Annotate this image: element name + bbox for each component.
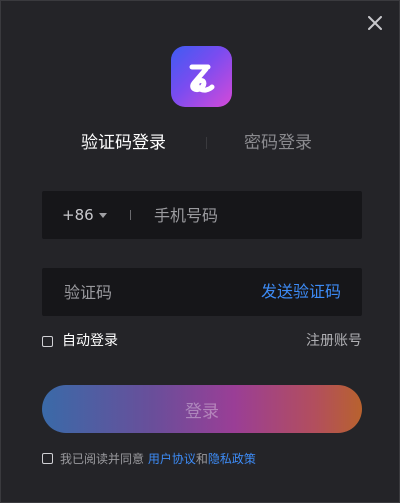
close-icon [368, 16, 382, 30]
verification-code-field: 发送验证码 [42, 268, 362, 316]
login-window: 验证码登录 密码登录 +86 发送验证码 自动登录 注册账号 登录 我已阅读并同… [0, 0, 400, 503]
register-account-link[interactable]: 注册账号 [306, 332, 362, 351]
send-code-button[interactable]: 发送验证码 [261, 281, 341, 303]
auto-login-label[interactable]: 自动登录 [62, 332, 118, 351]
auto-login-checkbox[interactable] [42, 336, 53, 347]
agreement-text: 我已阅读并同意 用户协议和隐私政策 [60, 450, 256, 468]
agreement-prefix: 我已阅读并同意 [60, 452, 148, 466]
country-code-select[interactable]: +86 [62, 205, 107, 225]
chevron-down-icon [98, 212, 107, 218]
tab-divider [206, 137, 207, 149]
agreement-checkbox[interactable] [42, 453, 53, 464]
verification-code-input[interactable] [64, 268, 234, 316]
privacy-policy-link[interactable]: 隐私政策 [208, 452, 256, 466]
login-options: 自动登录 注册账号 [42, 332, 362, 352]
close-button[interactable] [363, 11, 387, 35]
agreement-and: 和 [195, 452, 208, 466]
country-code-value: +86 [62, 206, 94, 224]
app-logo-icon [189, 64, 214, 93]
login-tabs: 验证码登录 密码登录 [1, 131, 400, 155]
tab-sms-login[interactable]: 验证码登录 [81, 131, 166, 155]
field-separator [130, 210, 131, 220]
app-logo [171, 46, 232, 107]
user-agreement-link[interactable]: 用户协议 [148, 452, 196, 466]
agreement-row: 我已阅读并同意 用户协议和隐私政策 [42, 450, 372, 468]
phone-input[interactable] [154, 191, 344, 239]
phone-field: +86 [42, 191, 362, 239]
login-button[interactable]: 登录 [42, 385, 362, 433]
tab-password-login[interactable]: 密码登录 [244, 131, 312, 155]
